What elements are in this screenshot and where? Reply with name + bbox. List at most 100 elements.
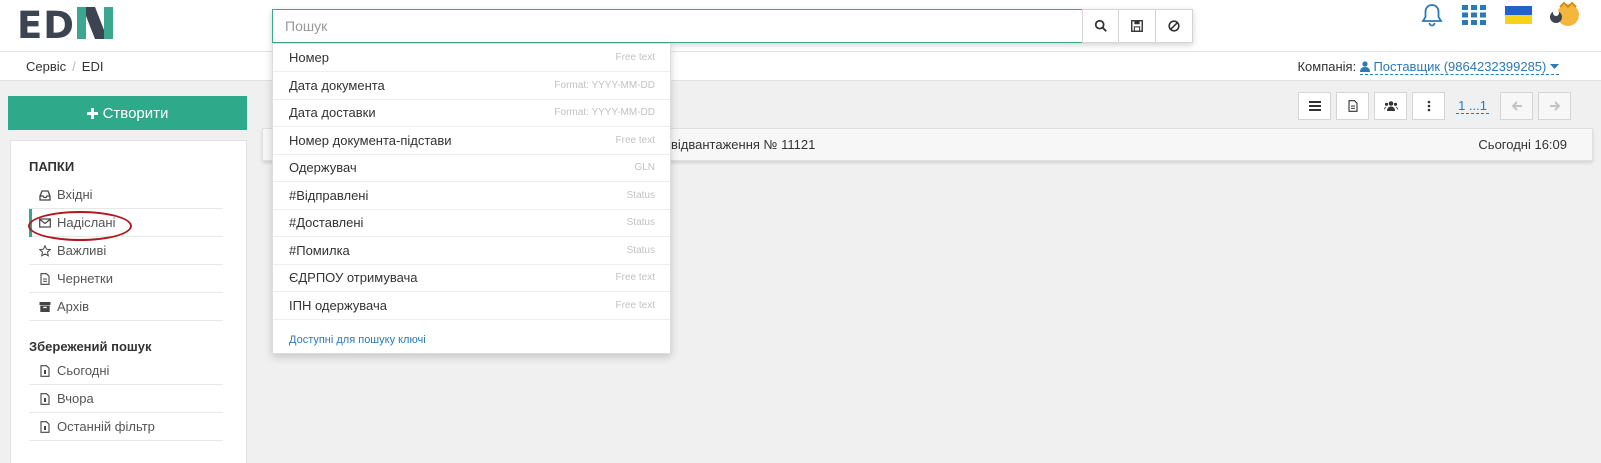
search-key-hint: Free text [615, 135, 655, 146]
plus-icon [86, 107, 98, 119]
users-button[interactable] [1374, 92, 1408, 120]
sidebar-item-label: Архів [57, 299, 90, 314]
folders-title: ПАПКИ [29, 159, 75, 174]
star-icon [39, 244, 51, 257]
breadcrumb-separator: / [72, 59, 76, 74]
search-key-hint: Status [626, 217, 655, 228]
search-key-hint: Free text [615, 52, 655, 63]
search-key-document-date[interactable]: Дата документа Format: YYYY-MM-DD [273, 72, 670, 100]
next-page-button[interactable] [1538, 92, 1571, 120]
search-icon [1094, 19, 1107, 32]
search-key-number[interactable]: Номер Free text [273, 44, 670, 72]
search-key-base-document-number[interactable]: Номер документа-підстави Free text [273, 127, 670, 155]
sidebar-item-inbox[interactable]: Вхідні [29, 181, 223, 209]
document-title: відвантаження № 11121 [671, 137, 816, 152]
user-icon [1359, 61, 1370, 72]
search-key-hint: Free text [615, 300, 655, 311]
arrow-right-icon [1549, 101, 1560, 111]
search-button[interactable] [1082, 9, 1119, 43]
company-label: Компанія: [1297, 59, 1357, 74]
search-key-recipient-edrpou[interactable]: ЄДРПОУ отримувача Free text [273, 264, 670, 292]
annotation-circle [28, 211, 132, 241]
company-selector: Компанія: Поставщик (9864232399285) [1297, 59, 1559, 75]
sidebar-item-label: Вхідні [57, 187, 93, 202]
search-key-status-delivered[interactable]: #Доставлені Status [273, 209, 670, 237]
search-keys-help-link[interactable]: Доступні для пошуку ключі [289, 334, 426, 346]
search-input[interactable] [272, 9, 1082, 43]
saved-search-icon [40, 420, 50, 433]
search-key-label: #Відправлені [289, 188, 369, 203]
bell-icon [1421, 4, 1443, 27]
users-icon [1383, 101, 1398, 111]
search-key-label: Номер документа-підстави [289, 133, 452, 148]
clear-search-button[interactable] [1156, 9, 1193, 43]
saved-search-icon [40, 392, 50, 405]
archive-icon [39, 301, 51, 312]
create-button-label: Створити [102, 104, 169, 122]
search-key-label: Дата документа [289, 78, 385, 93]
ukraine-flag-icon [1504, 6, 1532, 24]
search-key-label: Дата доставки [289, 105, 376, 120]
breadcrumb-bar: Сервіс / EDI Компанія: Поставщик (986423… [0, 52, 1601, 81]
breadcrumb-item-edi[interactable]: EDI [82, 59, 104, 74]
edi-logo[interactable]: ED [17, 4, 115, 47]
search-bar [272, 9, 1193, 43]
search-key-label: Номер [289, 50, 330, 65]
search-key-label: ІПН одержувача [289, 298, 387, 313]
create-button[interactable]: Створити [8, 96, 247, 130]
sidebar-item-label: Останній фільтр [57, 419, 155, 434]
saved-search-title: Збережений пошук [29, 339, 152, 354]
search-key-status-error[interactable]: #Помилка Status [273, 237, 670, 265]
sidebar-item-yesterday[interactable]: Вчора [29, 385, 223, 413]
pagination-range[interactable]: 1 ...1 [1456, 98, 1489, 114]
search-key-label: Одержувач [289, 160, 357, 175]
search-key-hint: GLN [634, 162, 655, 173]
prev-page-button[interactable] [1500, 92, 1533, 120]
search-key-label: ЄДРПОУ отримувача [289, 270, 418, 285]
more-options-button[interactable] [1412, 92, 1446, 120]
sidebar-item-today[interactable]: Сьогодні [29, 357, 223, 385]
save-search-button[interactable] [1119, 9, 1156, 43]
search-key-status-sent[interactable]: #Відправлені Status [273, 182, 670, 210]
search-key-label: #Помилка [289, 243, 350, 258]
chevron-down-icon [1550, 64, 1559, 69]
user-avatar-icon [1550, 1, 1579, 26]
document-view-button[interactable] [1336, 92, 1370, 120]
clear-icon [1168, 20, 1180, 32]
company-dropdown[interactable]: Поставщик (9864232399285) [1359, 59, 1559, 75]
save-icon [1131, 20, 1143, 32]
logo-text-ed: ED [17, 4, 75, 47]
sidebar-item-last-filter[interactable]: Останній фільтр [29, 413, 223, 441]
document-icon [1348, 100, 1358, 112]
sidebar-item-label: Важливі [57, 243, 107, 258]
language-button[interactable] [1503, 0, 1533, 30]
search-key-recipient-ipn[interactable]: ІПН одержувача Free text [273, 292, 670, 320]
list-view-button[interactable] [1298, 92, 1332, 120]
breadcrumb-item-service[interactable]: Сервіс [26, 59, 66, 74]
sidebar-item-archive[interactable]: Архів [29, 293, 223, 321]
search-keys-dropdown: Номер Free text Дата документа Format: Y… [272, 43, 671, 354]
search-key-label: #Доставлені [289, 215, 364, 230]
breadcrumb: Сервіс / EDI [26, 59, 103, 74]
search-key-recipient[interactable]: Одержувач GLN [273, 154, 670, 182]
sidebar-item-label: Сьогодні [57, 363, 110, 378]
apps-grid-icon [1462, 5, 1486, 25]
search-key-hint: Format: YYYY-MM-DD [554, 80, 655, 91]
apps-button[interactable] [1459, 0, 1489, 30]
notifications-button[interactable] [1417, 0, 1447, 30]
saved-search-icon [40, 364, 50, 377]
top-bar: ED [0, 0, 1601, 52]
list-icon [1308, 101, 1321, 111]
document-time: Сьогодні 16:09 [1478, 137, 1567, 152]
more-vertical-icon [1427, 100, 1430, 112]
sidebar-item-drafts[interactable]: Чернетки [29, 265, 223, 293]
logo-text-ni [75, 4, 115, 49]
sidebar-item-label: Чернетки [57, 271, 114, 286]
search-key-delivery-date[interactable]: Дата доставки Format: YYYY-MM-DD [273, 99, 670, 127]
search-key-hint: Status [626, 245, 655, 256]
sidebar-item-label: Вчора [57, 391, 94, 406]
search-key-hint: Status [626, 190, 655, 201]
sidebar-item-important[interactable]: Важливі [29, 237, 223, 265]
draft-icon [40, 272, 50, 285]
user-menu-button[interactable] [1545, 0, 1583, 30]
